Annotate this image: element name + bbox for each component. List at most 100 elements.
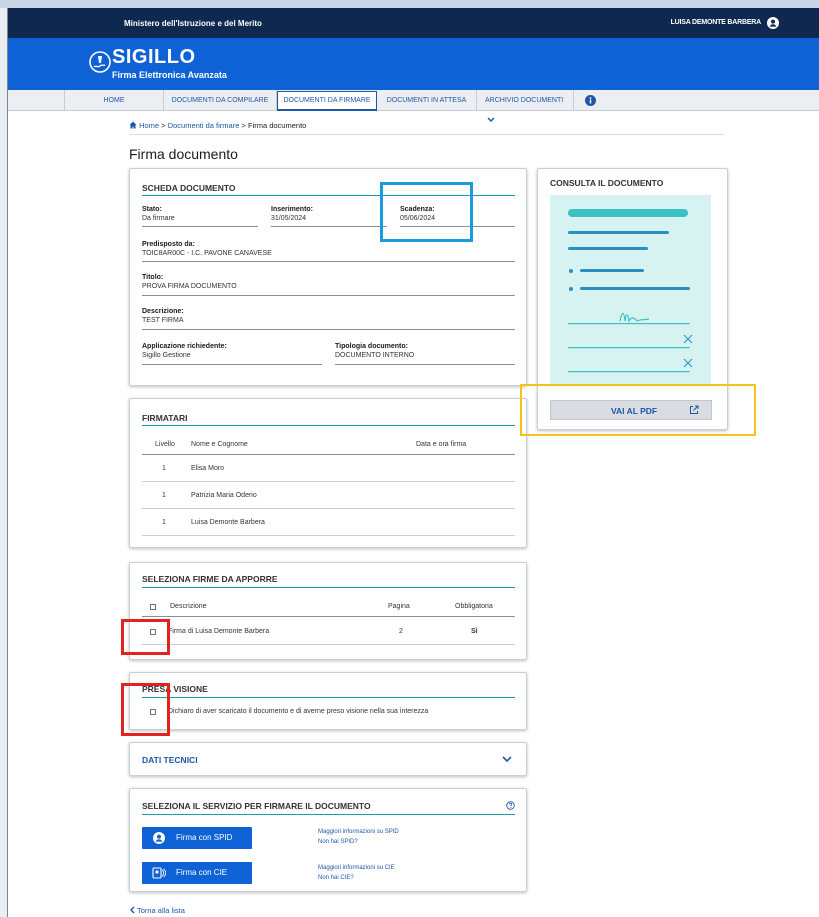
highlight-scadenza-box — [380, 182, 473, 242]
firma-spid-label: Firma con SPID — [176, 833, 233, 842]
user-avatar-icon[interactable] — [767, 17, 779, 31]
firma-spid-button[interactable]: Firma con SPID — [142, 827, 252, 849]
firmatari-card: FIRMATARI Livello Nome e Cognome Data e … — [129, 398, 527, 548]
info-icon[interactable] — [585, 95, 596, 108]
brand-subtitle: Firma Elettronica Avanzata — [112, 70, 227, 80]
ministry-header: Ministero dell'Istruzione e del Merito L… — [8, 8, 819, 38]
seleziona-firme-card: SELEZIONA FIRME DA APPORRE Descrizione P… — [129, 562, 527, 660]
col-pagina: Pagina — [388, 603, 410, 610]
title-rule — [142, 814, 515, 815]
firma-cie-label: Firma con CIE — [176, 868, 228, 877]
nav-home[interactable]: HOME — [64, 90, 164, 111]
field-underline — [271, 226, 387, 227]
firma-obbligatoria: Sì — [471, 628, 478, 635]
nav-documenti-da-compilare[interactable]: DOCUMENTI DA COMPILARE — [164, 90, 277, 111]
help-icon[interactable] — [506, 801, 515, 812]
highlight-vai-al-pdf-box — [520, 384, 756, 436]
servizio-firma-title: SELEZIONA IL SERVIZIO PER FIRMARE IL DOC… — [142, 801, 371, 811]
field-underline — [142, 226, 258, 227]
applicazione-value: Sigillo Gestione — [142, 352, 191, 359]
col-data-firma: Data e ora firma — [416, 441, 467, 448]
consulta-documento-title: CONSULTA IL DOCUMENTO — [550, 178, 664, 188]
spid-info-link[interactable]: Maggiori informazioni su SPID — [318, 829, 399, 835]
tipologia-label: Tipologia documento: — [335, 343, 408, 350]
cie-info-link[interactable]: Maggiori informazioni su CIE — [318, 865, 395, 871]
inserimento-label: Inserimento: — [271, 206, 314, 213]
chevron-left-icon — [129, 906, 135, 916]
field-underline — [142, 295, 515, 296]
firmatario-livello: 1 — [162, 519, 166, 526]
presa-visione-text: Dichiaro di aver scaricato il documento … — [168, 708, 429, 715]
nav-documenti-in-attesa[interactable]: DOCUMENTI IN ATTESA — [377, 90, 477, 111]
scheda-documento-title: SCHEDA DOCUMENTO — [142, 183, 236, 193]
page-title: Firma documento — [129, 146, 238, 162]
field-underline — [335, 364, 515, 365]
titolo-label: Titolo: — [142, 274, 164, 281]
field-underline — [142, 261, 515, 262]
presa-visione-card: PRESA VISIONE Dichiaro di aver scaricato… — [129, 672, 527, 730]
spid-user-icon — [153, 832, 165, 846]
row-divider — [142, 481, 515, 482]
app-header: SIGILLO Firma Elettronica Avanzata — [8, 38, 819, 90]
breadcrumb-documenti-da-firmare[interactable]: Documenti da firmare — [168, 121, 240, 130]
predisposto-value: TOIC8AR00C - I.C. PAVONE CANAVESE — [142, 250, 272, 257]
firmatario-nome: Luisa Demonte Barbera — [191, 519, 265, 526]
dati-tecnici-panel[interactable]: DATI TECNICI — [129, 742, 527, 776]
torna-alla-lista-label: Torna alla lista — [136, 906, 185, 915]
cie-none-link[interactable]: Non hai CIE? — [318, 875, 354, 881]
title-rule — [142, 587, 515, 588]
breadcrumb: Home > Documenti da firmare > Firma docu… — [129, 121, 306, 131]
inserimento-value: 31/05/2024 — [271, 215, 307, 222]
descrizione-label: Descrizione: — [142, 308, 184, 315]
col-obbligatoria: Obbligatoria — [455, 603, 493, 610]
applicazione-label: Applicazione richiedente: — [142, 343, 227, 350]
field-underline — [142, 364, 322, 365]
ministry-name: Ministero dell'Istruzione e del Merito — [124, 19, 262, 28]
firma-cie-button[interactable]: Firma con CIE — [142, 862, 252, 884]
firmatario-nome: Patrizia Maria Oderio — [191, 492, 257, 499]
highlight-presa-visione-checkbox-box — [121, 683, 170, 736]
col-livello: Livello — [155, 441, 175, 448]
chevron-down-icon — [487, 111, 495, 132]
breadcrumb-separator: > — [161, 121, 166, 130]
cie-card-icon — [152, 866, 167, 882]
firma-descrizione: Firma di Luisa Demonte Barbera — [168, 628, 270, 635]
header-rule — [142, 454, 515, 455]
col-nome: Nome e Cognome — [191, 441, 248, 448]
chevron-down-icon[interactable] — [502, 756, 512, 765]
sigillo-logo-icon — [89, 51, 111, 75]
breadcrumb-separator: > — [241, 121, 246, 130]
breadcrumb-current: Firma documento — [247, 121, 307, 130]
firmatario-livello: 1 — [162, 492, 166, 499]
select-all-checkbox[interactable] — [150, 604, 156, 610]
field-underline — [142, 329, 515, 330]
window-left-frame — [0, 8, 8, 917]
nav-documenti-da-firmare[interactable]: DOCUMENTI DA FIRMARE — [277, 91, 377, 111]
highlight-firma-checkbox-box — [121, 619, 170, 655]
brand-title: SIGILLO — [112, 46, 196, 68]
breadcrumb-divider — [129, 134, 724, 135]
firma-pagina: 2 — [399, 628, 403, 635]
seleziona-firme-title: SELEZIONA FIRME DA APPORRE — [142, 574, 278, 584]
home-icon[interactable] — [129, 121, 137, 131]
breadcrumb-home[interactable]: Home — [139, 121, 159, 130]
torna-alla-lista-link[interactable]: Torna alla lista — [129, 906, 185, 916]
row-divider — [142, 508, 515, 509]
title-rule — [142, 697, 515, 698]
dati-tecnici-title: DATI TECNICI — [142, 755, 198, 765]
servizio-firma-card: SELEZIONA IL SERVIZIO PER FIRMARE IL DOC… — [129, 788, 527, 892]
header-rule — [142, 616, 515, 617]
firmatario-livello: 1 — [162, 465, 166, 472]
main-nav: HOME DOCUMENTI DA COMPILARE DOCUMENTI DA… — [8, 90, 819, 123]
nav-archivio-documenti[interactable]: ARCHIVIO DOCUMENTI — [477, 90, 574, 123]
col-descrizione: Descrizione — [170, 603, 207, 610]
stato-label: Stato: — [142, 206, 162, 213]
pdf-preview-illustration — [550, 195, 711, 384]
tipologia-value: DOCUMENTO INTERNO — [335, 352, 415, 359]
nav-archivio-label: ARCHIVIO DOCUMENTI — [485, 97, 564, 104]
title-rule — [142, 425, 515, 426]
descrizione-value: TEST FIRMA — [142, 317, 184, 324]
stato-value: Da firmare — [142, 215, 175, 222]
spid-none-link[interactable]: Non hai SPID? — [318, 839, 358, 845]
user-name[interactable]: LUISA DEMONTE BARBERA — [671, 19, 762, 26]
